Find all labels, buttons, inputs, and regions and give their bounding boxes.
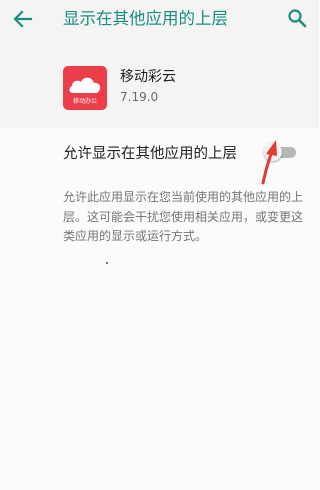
search-icon (288, 9, 307, 28)
app-icon-caption: 移动办公 (72, 98, 97, 105)
app-version: 7.19.0 (120, 90, 159, 104)
app-name: 移动彩云 (120, 69, 176, 85)
red-arrow-annotation-icon (261, 140, 277, 185)
app-bar: 显示在其他应用的上层 (0, 0, 319, 40)
page-title: 显示在其他应用的上层 (63, 9, 228, 28)
app-info-header: 移动办公 移动彩云 7.19.0 (0, 40, 319, 128)
overlay-permission-label: 允许显示在其他应用的上层 (63, 146, 237, 162)
app-icon: 移动办公 (63, 66, 107, 110)
search-button[interactable] (287, 8, 307, 28)
permission-description: 允许此应用显示在您当前使用的其他应用的上层。这可能会干扰您使用相关应用，或变更这… (63, 190, 304, 243)
arrow-back-icon (13, 10, 33, 28)
back-button[interactable] (11, 8, 35, 30)
stray-dot (106, 262, 108, 264)
